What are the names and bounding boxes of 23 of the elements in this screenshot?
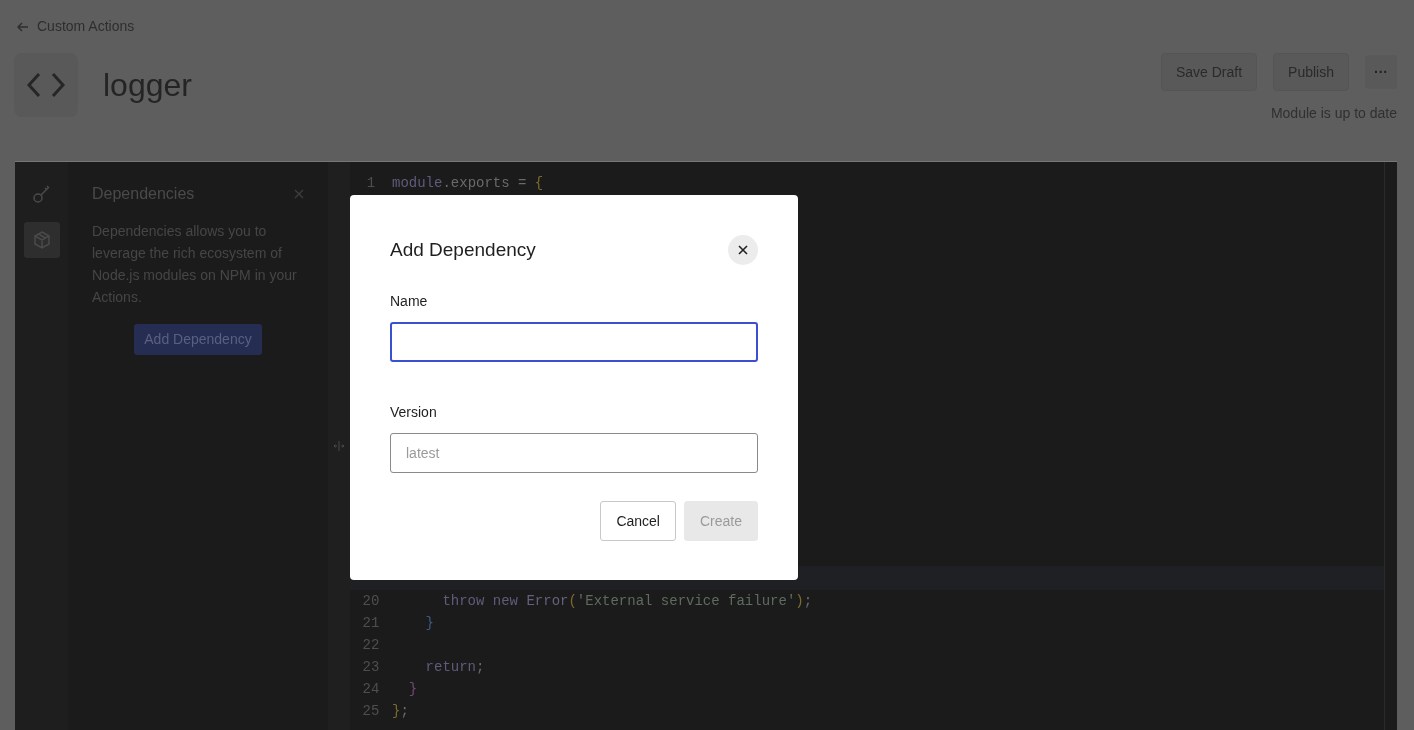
dialog-button[interactable]: Cancel bbox=[600, 501, 676, 541]
code-line: module.exports = { bbox=[392, 175, 544, 191]
code-line: } bbox=[424, 615, 434, 631]
code-line: throw new Error('External service failure'); bbox=[441, 593, 813, 609]
input-field[interactable]: latest bbox=[390, 433, 758, 473]
code-line: } bbox=[407, 681, 418, 697]
dialog-title: Add Dependency bbox=[390, 237, 536, 262]
close-icon[interactable] bbox=[294, 189, 304, 199]
field-label: Version bbox=[390, 403, 438, 422]
code-icon bbox=[14, 53, 78, 117]
close-icon bbox=[738, 245, 748, 255]
package-tab[interactable] bbox=[23, 222, 60, 258]
field-label: Name bbox=[390, 292, 429, 311]
resize-handle-icon[interactable] bbox=[333, 441, 345, 451]
code-line: return; bbox=[424, 659, 485, 675]
back-arrow-icon[interactable] bbox=[17, 21, 29, 32]
module-title: logger bbox=[103, 66, 192, 105]
package-icon bbox=[31, 230, 52, 250]
input-field[interactable] bbox=[390, 322, 758, 362]
key-icon bbox=[31, 184, 52, 204]
more-button[interactable]: ··· bbox=[1365, 55, 1397, 89]
close-button[interactable] bbox=[728, 235, 758, 265]
code-line: }; bbox=[392, 703, 409, 719]
